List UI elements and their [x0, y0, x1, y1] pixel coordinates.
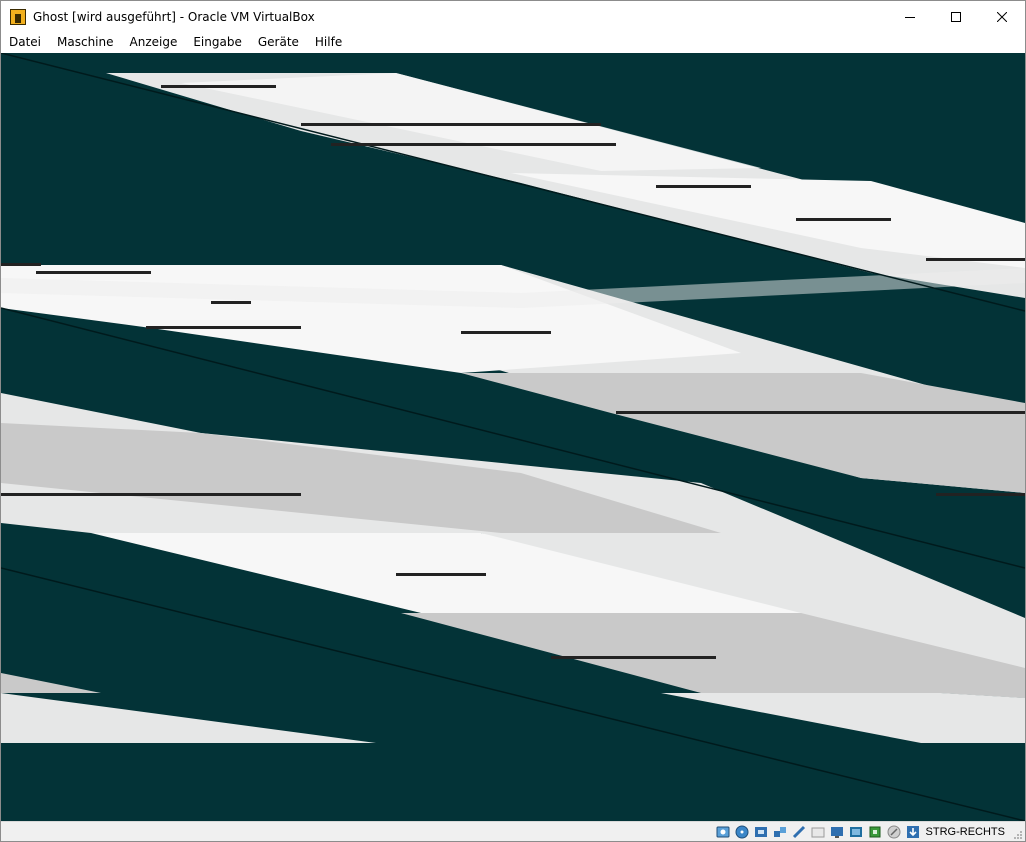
menu-geraete[interactable]: Geräte: [250, 32, 307, 53]
mouse-integration-icon[interactable]: [886, 824, 902, 840]
virtualbox-window: Ghost [wird ausgeführt] - Oracle VM Virt…: [0, 0, 1026, 842]
resize-grip-icon[interactable]: [1013, 830, 1023, 840]
status-bar: STRG-RECHTS: [1, 821, 1025, 841]
recording-icon[interactable]: [848, 824, 864, 840]
usb-icon[interactable]: [791, 824, 807, 840]
vm-display[interactable]: [1, 53, 1025, 821]
display-icon[interactable]: [829, 824, 845, 840]
menu-bar: Datei Maschine Anzeige Eingabe Geräte Hi…: [1, 32, 1025, 53]
minimize-button[interactable]: [887, 1, 933, 32]
menu-datei[interactable]: Datei: [1, 32, 49, 53]
window-controls: [887, 1, 1025, 32]
menu-eingabe[interactable]: Eingabe: [185, 32, 250, 53]
minimize-icon: [905, 16, 915, 18]
maximize-icon: [951, 11, 961, 22]
keyboard-capture-icon[interactable]: [905, 824, 921, 840]
cpu-icon[interactable]: [867, 824, 883, 840]
network-icon[interactable]: [772, 824, 788, 840]
shared-folders-icon[interactable]: [810, 824, 826, 840]
close-button[interactable]: [979, 1, 1025, 32]
menu-anzeige[interactable]: Anzeige: [122, 32, 186, 53]
close-icon: [997, 11, 1007, 22]
host-key-label[interactable]: STRG-RECHTS: [926, 826, 1005, 838]
vm-screen-render: [1, 53, 1025, 821]
optical-drive-icon[interactable]: [734, 824, 750, 840]
status-icons: STRG-RECHTS: [715, 823, 1021, 841]
menu-hilfe[interactable]: Hilfe: [307, 32, 350, 53]
audio-icon[interactable]: [753, 824, 769, 840]
title-bar[interactable]: Ghost [wird ausgeführt] - Oracle VM Virt…: [1, 1, 1025, 32]
virtualbox-app-icon[interactable]: [10, 8, 26, 25]
maximize-button[interactable]: [933, 1, 979, 32]
hard-disk-icon[interactable]: [715, 824, 731, 840]
menu-maschine[interactable]: Maschine: [49, 32, 121, 53]
window-title: Ghost [wird ausgeführt] - Oracle VM Virt…: [33, 9, 315, 24]
